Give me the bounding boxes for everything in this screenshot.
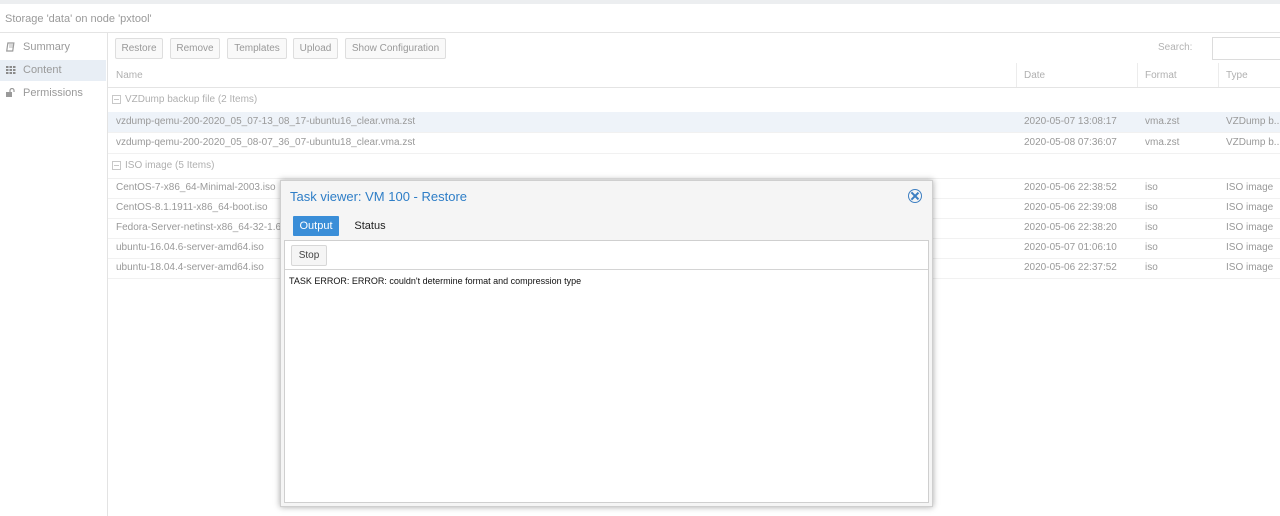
tab-status[interactable]: Status: [350, 216, 390, 236]
cell-type: VZDump b...: [1226, 137, 1280, 148]
group-label: ISO image (5 Items): [125, 160, 215, 171]
upload-button[interactable]: Upload: [293, 38, 338, 59]
column-header-name[interactable]: Name: [116, 70, 143, 81]
sidebar-item-label: Summary: [23, 41, 71, 53]
group-label: VZDump backup file (2 Items): [125, 94, 258, 105]
sidebar-item-permissions[interactable]: Permissions: [0, 83, 106, 104]
cell-type: ISO image: [1226, 222, 1274, 233]
remove-button[interactable]: Remove: [170, 38, 220, 59]
book-icon: [6, 42, 16, 52]
table-row[interactable]: vzdump-qemu-200-2020_05_07-13_08_17-ubun…: [108, 112, 1280, 133]
panel-header: Storage 'data' on node 'pxtool': [0, 4, 1280, 33]
sidebar-item-label: Content: [23, 64, 62, 76]
cell-format: iso: [1145, 222, 1158, 233]
stop-button[interactable]: Stop: [291, 245, 327, 266]
output-toolbar: Stop: [285, 241, 928, 270]
grid-icon: [6, 65, 16, 75]
cell-name: CentOS-7-x86_64-Minimal-2003.iso: [116, 182, 276, 193]
unlock-icon: [6, 87, 16, 98]
cell-name: vzdump-qemu-200-2020_05_07-13_08_17-ubun…: [116, 116, 416, 127]
cell-type: ISO image: [1226, 182, 1274, 193]
cell-date: 2020-05-06 22:38:52: [1024, 182, 1117, 193]
output-panel: Stop TASK ERROR: ERROR: couldn't determi…: [284, 240, 929, 503]
cell-date: 2020-05-07 01:06:10: [1024, 242, 1117, 253]
cell-type: ISO image: [1226, 262, 1274, 273]
cell-format: vma.zst: [1145, 116, 1180, 127]
cell-format: iso: [1145, 202, 1158, 213]
cell-type: ISO image: [1226, 202, 1274, 213]
column-header-type[interactable]: Type: [1226, 70, 1248, 81]
cell-name: ubuntu-18.04.4-server-amd64.iso: [116, 262, 264, 273]
column-divider[interactable]: [1137, 63, 1138, 87]
search-label: Search:: [1158, 42, 1193, 53]
column-divider[interactable]: [1218, 63, 1219, 87]
cell-type: ISO image: [1226, 242, 1274, 253]
log-line: TASK ERROR: ERROR: couldn't determine fo…: [289, 276, 582, 286]
cell-date: 2020-05-06 22:39:08: [1024, 202, 1117, 213]
show-configuration-button[interactable]: Show Configuration: [345, 38, 446, 59]
sidebar: Summary Content Permissions: [0, 33, 108, 516]
cell-format: iso: [1145, 242, 1158, 253]
sidebar-item-label: Permissions: [23, 87, 83, 99]
table-row[interactable]: vzdump-qemu-200-2020_05_08-07_36_07-ubun…: [108, 133, 1280, 154]
page-title: Storage 'data' on node 'pxtool': [5, 13, 152, 25]
cell-format: vma.zst: [1145, 137, 1180, 148]
cell-date: 2020-05-06 22:37:52: [1024, 262, 1117, 273]
templates-button[interactable]: Templates: [227, 38, 287, 59]
column-header-format[interactable]: Format: [1145, 70, 1177, 81]
cell-name: CentOS-8.1.1911-x86_64-boot.iso: [116, 202, 268, 213]
task-viewer-dialog: Task viewer: VM 100 - Restore Output Sta…: [280, 180, 933, 507]
cell-name: Fedora-Server-netinst-x86_64-32-1.6.iso: [116, 222, 297, 233]
cell-date: 2020-05-07 13:08:17: [1024, 116, 1117, 127]
group-header-vzdump[interactable]: VZDump backup file (2 Items): [108, 88, 1280, 113]
cell-date: 2020-05-06 22:38:20: [1024, 222, 1117, 233]
collapse-icon[interactable]: [112, 95, 121, 104]
collapse-icon[interactable]: [112, 161, 121, 170]
restore-button[interactable]: Restore: [115, 38, 163, 59]
grid-header: Name Date Format Type: [108, 63, 1280, 88]
column-header-date[interactable]: Date: [1024, 70, 1045, 81]
cell-name: ubuntu-16.04.6-server-amd64.iso: [116, 242, 264, 253]
cell-format: iso: [1145, 262, 1158, 273]
column-divider[interactable]: [1016, 63, 1017, 87]
toolbar: Restore Remove Templates Upload Show Con…: [108, 33, 1280, 64]
cell-name: vzdump-qemu-200-2020_05_08-07_36_07-ubun…: [116, 137, 416, 148]
cell-format: iso: [1145, 182, 1158, 193]
close-icon[interactable]: [908, 189, 922, 203]
cell-type: VZDump b...: [1226, 116, 1280, 127]
cell-date: 2020-05-08 07:36:07: [1024, 137, 1117, 148]
sidebar-item-content[interactable]: Content: [0, 60, 106, 81]
sidebar-item-summary[interactable]: Summary: [0, 37, 106, 58]
group-header-iso[interactable]: ISO image (5 Items): [108, 154, 1280, 179]
search-input[interactable]: [1212, 37, 1280, 60]
tab-output[interactable]: Output: [293, 216, 339, 236]
dialog-title: Task viewer: VM 100 - Restore: [290, 189, 468, 204]
